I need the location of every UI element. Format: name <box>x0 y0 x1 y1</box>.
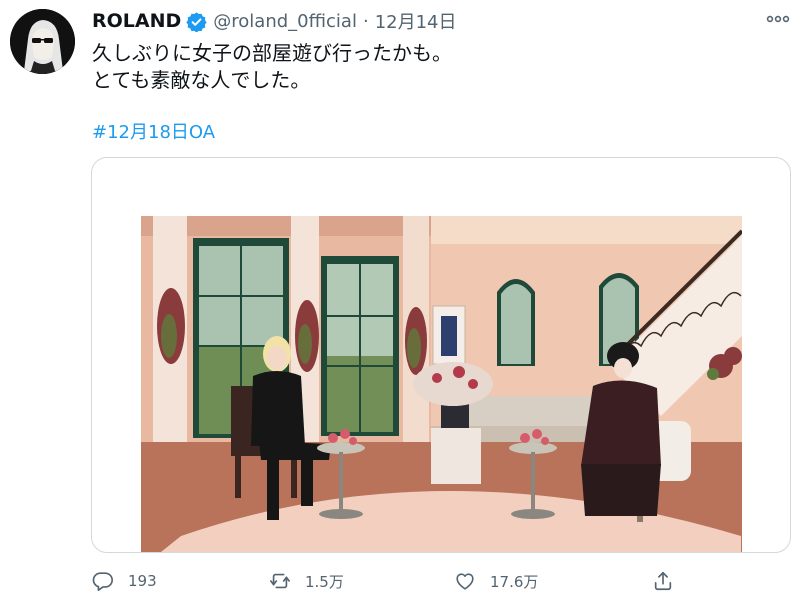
reply-count: 193 <box>128 572 157 590</box>
tweet-line-2: とても素敵な人でした。 <box>92 68 311 92</box>
more-options-icon[interactable] <box>766 10 790 28</box>
tweet-text: 久しぶりに女子の部屋遊び行ったかも。 とても素敵な人でした。 <box>92 40 452 94</box>
tweet-header: ROLAND @roland_0fficial · 12月14日 <box>92 8 457 34</box>
reply-button[interactable]: 193 <box>92 568 157 594</box>
tweet-photo[interactable] <box>141 216 742 552</box>
reply-icon <box>92 572 113 591</box>
author-handle[interactable]: @roland_0fficial <box>213 11 357 32</box>
retweet-icon <box>270 573 290 589</box>
media-card[interactable] <box>91 157 791 553</box>
like-count: 17.6万 <box>490 572 539 591</box>
avatar[interactable] <box>10 9 75 74</box>
tweet-date[interactable]: 12月14日 <box>375 8 457 34</box>
like-button[interactable]: 17.6万 <box>454 568 538 594</box>
action-bar: 193 1.5万 17.6万 <box>92 568 712 594</box>
hashtag-link[interactable]: #12月18日OA <box>92 118 215 144</box>
tweet-line-1: 久しぶりに女子の部屋遊び行ったかも。 <box>92 41 452 65</box>
studio-photo-illustration <box>141 216 742 552</box>
separator-dot: · <box>362 10 369 32</box>
verified-badge-icon <box>186 11 207 32</box>
author-name[interactable]: ROLAND <box>92 10 181 32</box>
retweet-count: 1.5万 <box>305 572 344 591</box>
share-button[interactable] <box>652 568 688 594</box>
retweet-button[interactable]: 1.5万 <box>269 568 344 594</box>
avatar-portrait <box>10 9 75 74</box>
share-icon <box>654 571 672 591</box>
like-heart-icon <box>456 573 474 590</box>
